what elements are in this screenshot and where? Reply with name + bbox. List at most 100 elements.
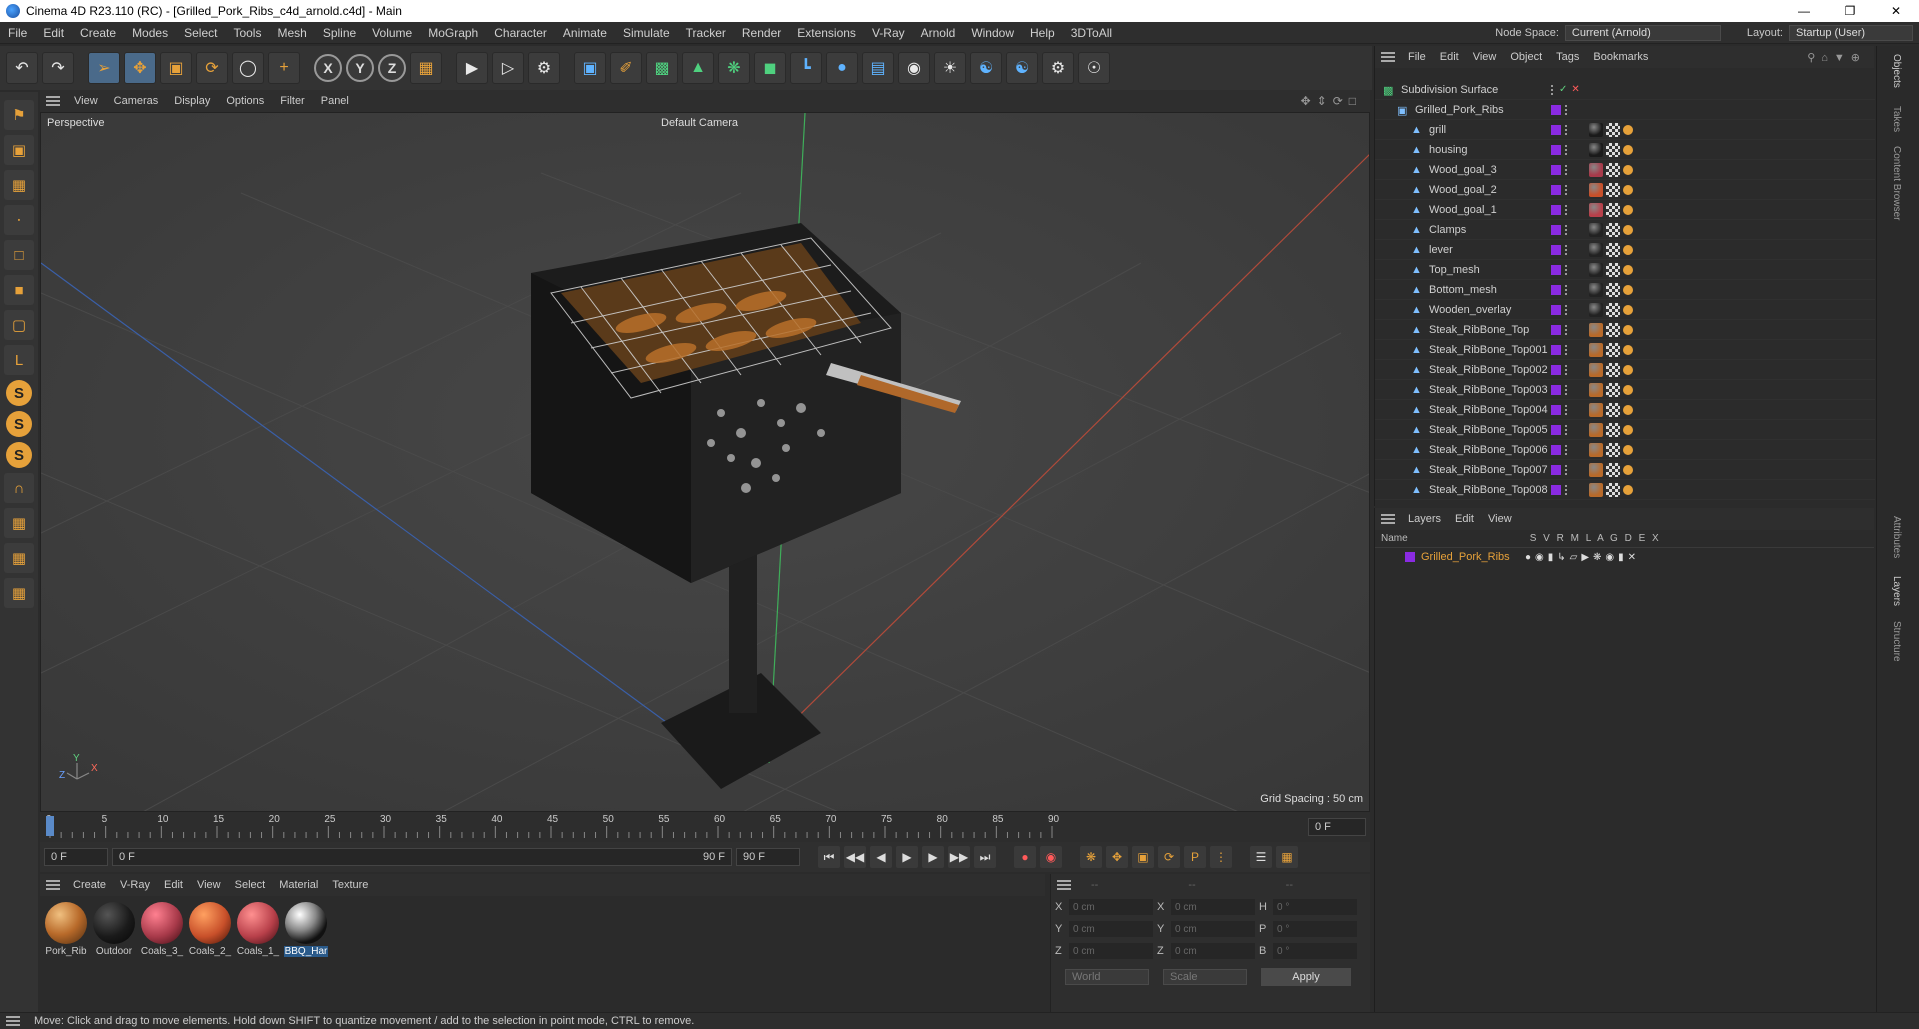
material-menu-create[interactable]: Create (66, 879, 113, 891)
globe-icon[interactable]: ☉ (1078, 52, 1110, 84)
material-tag-icon[interactable] (1589, 242, 1603, 257)
material-tag-icon[interactable] (1589, 322, 1603, 337)
layer-color-swatch[interactable] (1551, 344, 1561, 355)
frame-range-slider[interactable]: 0 F 90 F (112, 848, 732, 866)
size-y-field[interactable]: 0 cm (1171, 921, 1255, 937)
side-tab-attributes[interactable]: Attributes (1891, 516, 1902, 558)
visibility-dots-icon[interactable] (1565, 404, 1569, 415)
uvw-tag-icon[interactable] (1606, 182, 1620, 197)
select-tool-icon[interactable]: ➢ (88, 52, 120, 84)
menu-render[interactable]: Render (734, 26, 789, 40)
mograph-icon[interactable]: ◼ (754, 52, 786, 84)
material-item[interactable]: Coals_3_ (140, 902, 184, 1006)
tree-row-object[interactable]: ▲ Clamps (1375, 220, 1875, 240)
python-script-icon[interactable]: ☯ (1006, 52, 1038, 84)
layer-color-swatch[interactable] (1551, 184, 1561, 195)
uvw-tag-icon[interactable] (1606, 322, 1620, 337)
camera-label[interactable]: Default Camera (661, 117, 738, 129)
tree-row-object[interactable]: ▲ Steak_RibBone_Top005 (1375, 420, 1875, 440)
visibility-dots-icon[interactable] (1551, 84, 1555, 95)
tree-row-object[interactable]: ▲ Wood_goal_3 (1375, 160, 1875, 180)
material-tag-icon[interactable] (1589, 342, 1603, 357)
tree-row-subdivision-surface[interactable]: ▩ Subdivision Surface ✓ ✕ (1375, 80, 1875, 100)
menu-tools[interactable]: Tools (225, 26, 269, 40)
camera-icon[interactable]: ◉ (898, 52, 930, 84)
tree-row-object[interactable]: ▲ lever (1375, 240, 1875, 260)
uvw-tag-icon[interactable] (1606, 482, 1620, 497)
material-menu-texture[interactable]: Texture (325, 879, 375, 891)
end-frame-field[interactable]: 90 F (736, 848, 800, 866)
coordinates-hamburger-icon[interactable] (1057, 880, 1071, 890)
phong-tag-icon[interactable] (1623, 324, 1633, 335)
magnet-icon[interactable]: ∩ (4, 473, 34, 503)
timeline-playhead[interactable] (46, 816, 54, 836)
uvw-tag-icon[interactable] (1606, 362, 1620, 377)
undo-icon[interactable]: ↶ (6, 52, 38, 84)
viewport-menu-panel[interactable]: Panel (313, 95, 357, 107)
material-menu-vray[interactable]: V-Ray (113, 879, 157, 891)
viewport-menu-options[interactable]: Options (218, 95, 272, 107)
menu-arnold[interactable]: Arnold (913, 26, 964, 40)
layer-color-swatch[interactable] (1551, 304, 1561, 315)
uvw-tag-icon[interactable] (1606, 302, 1620, 317)
objects-menu-bookmarks[interactable]: Bookmarks (1586, 51, 1655, 63)
layer-color-swatch[interactable] (1551, 444, 1561, 455)
phong-tag-icon[interactable] (1623, 144, 1633, 155)
viewport-hamburger-icon[interactable] (46, 96, 60, 106)
workplane-icon[interactable]: ▦ (4, 508, 34, 538)
layer-color-swatch[interactable] (1551, 124, 1561, 135)
menu-file[interactable]: File (0, 26, 35, 40)
material-tag-icon[interactable] (1589, 282, 1603, 297)
go-to-end-icon[interactable]: ⏭ (974, 846, 996, 868)
visibility-dots-icon[interactable] (1565, 144, 1569, 155)
side-tab-content-browser[interactable]: Content Browser (1891, 146, 1902, 220)
redo-icon[interactable]: ↷ (42, 52, 74, 84)
tree-row-object[interactable]: ▲ Steak_RibBone_Top008 (1375, 480, 1875, 500)
visibility-dots-icon[interactable] (1565, 264, 1569, 275)
add-tool-icon[interactable]: + (268, 52, 300, 84)
phong-tag-icon[interactable] (1623, 424, 1633, 435)
tree-row-object[interactable]: ▲ Wooden_overlay (1375, 300, 1875, 320)
rotation-key-icon[interactable]: ⟳ (1158, 846, 1180, 868)
coordinate-system-icon[interactable]: ▦ (410, 52, 442, 84)
visibility-dots-icon[interactable] (1565, 244, 1569, 255)
visibility-dots-icon[interactable] (1565, 304, 1569, 315)
3d-viewport[interactable]: Z Y X Perspective Default Camera Grid Sp… (40, 112, 1370, 812)
material-tag-icon[interactable] (1589, 162, 1603, 177)
layer-flag-icons[interactable]: ●◉▮↳▱▶❋◉▮✕ (1525, 552, 1640, 563)
tree-row-object[interactable]: ▲ Steak_RibBone_Top002 (1375, 360, 1875, 380)
menu-volume[interactable]: Volume (364, 26, 420, 40)
material-tag-icon[interactable] (1589, 302, 1603, 317)
layers-menu-view[interactable]: View (1481, 513, 1519, 525)
polygons-mode-icon[interactable]: ■ (4, 275, 34, 305)
phong-tag-icon[interactable] (1623, 124, 1633, 135)
timeline-icon[interactable]: ☰ (1250, 846, 1272, 868)
tree-row-object[interactable]: ▲ housing (1375, 140, 1875, 160)
material-tag-icon[interactable] (1589, 362, 1603, 377)
layer-color-swatch[interactable] (1551, 464, 1561, 475)
tree-row-object[interactable]: ▲ Bottom_mesh (1375, 280, 1875, 300)
render-view-icon[interactable]: ▶ (456, 52, 488, 84)
menu-create[interactable]: Create (72, 26, 124, 40)
material-tag-icon[interactable] (1589, 182, 1603, 197)
layer-color-swatch[interactable] (1551, 244, 1561, 255)
side-tab-objects[interactable]: Objects (1891, 54, 1902, 88)
objects-menu-view[interactable]: View (1466, 51, 1504, 63)
material-item[interactable]: Outdoor (92, 902, 136, 1006)
phong-tag-icon[interactable] (1623, 164, 1633, 175)
uvw-tag-icon[interactable] (1606, 162, 1620, 177)
visibility-dots-icon[interactable] (1565, 464, 1569, 475)
layer-row[interactable]: Grilled_Pork_Ribs ●◉▮↳▱▶❋◉▮✕ (1375, 548, 1874, 566)
side-tab-structure[interactable]: Structure (1891, 621, 1902, 662)
object-manager-hamburger-icon[interactable] (1381, 52, 1395, 62)
viewport-menu-display[interactable]: Display (166, 95, 218, 107)
menu-3dtoall[interactable]: 3DToAll (1063, 26, 1120, 40)
tree-row-object[interactable]: ▲ Steak_RibBone_Top003 (1375, 380, 1875, 400)
menu-vray[interactable]: V-Ray (864, 26, 913, 40)
tree-row-object[interactable]: ▲ Steak_RibBone_Top001 (1375, 340, 1875, 360)
uvw-tag-icon[interactable] (1606, 202, 1620, 217)
menu-window[interactable]: Window (963, 26, 1022, 40)
grid-icon[interactable]: ▦ (4, 543, 34, 573)
next-key-icon[interactable]: ▶▶ (948, 846, 970, 868)
visibility-dots-icon[interactable] (1565, 124, 1569, 135)
